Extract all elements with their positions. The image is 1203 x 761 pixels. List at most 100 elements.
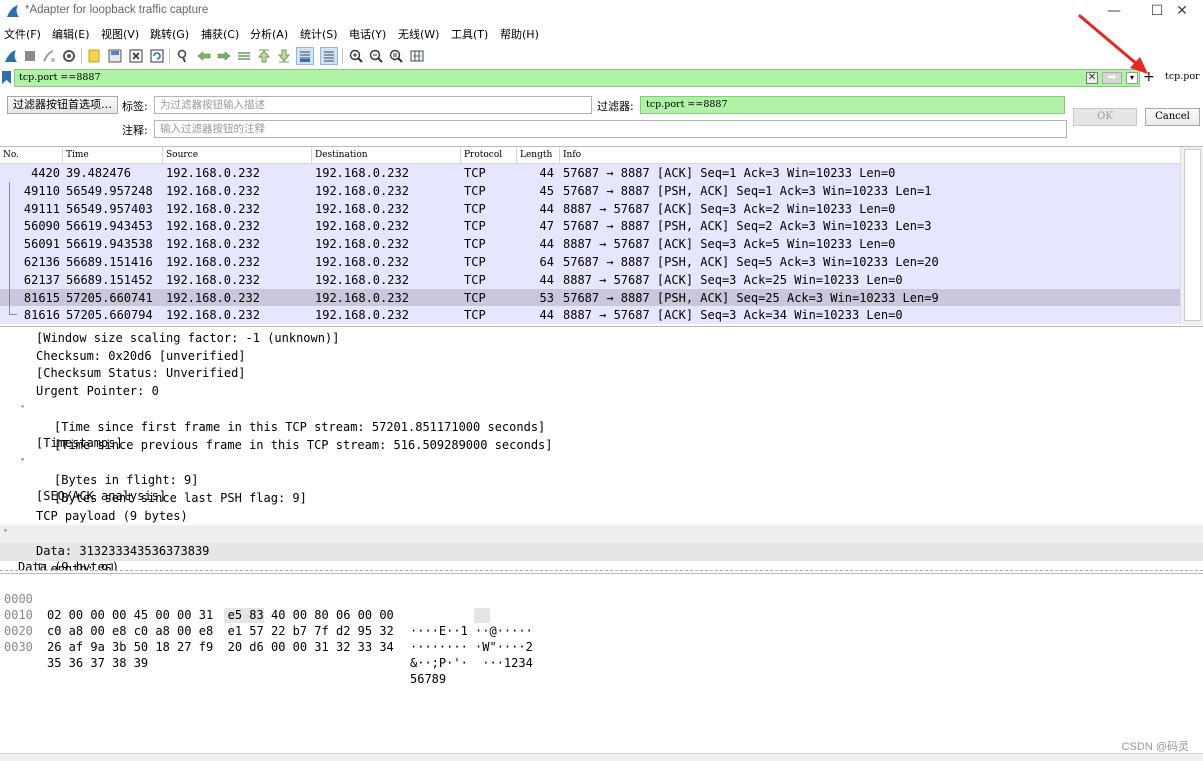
bytes-row[interactable]: 0010 c0 a8 00 e8 c0 a8 00 e8 e1 57 22 b7…: [0, 591, 533, 654]
packet-row[interactable]: 49110 56549.957248 192.168.0.232 192.168.0.…: [0, 181, 1180, 200]
bytes-row[interactable]: 0020 26 af 9a 3b 50 18 27 f9 20 d6 00 00…: [0, 607, 533, 670]
apply-filter-icon[interactable]: ➡: [1102, 72, 1122, 84]
back-icon[interactable]: [195, 47, 213, 65]
column-header-no[interactable]: No.: [0, 147, 63, 164]
detail-row[interactable]: Checksum: 0x20d6 [unverified]: [0, 348, 1203, 366]
close-file-icon[interactable]: [127, 47, 145, 65]
bookmark-icon[interactable]: [2, 71, 11, 84]
packet-row[interactable]: 4420 39.482476 192.168.0.232 192.168.0.232 T…: [0, 164, 1180, 182]
chevron-down-icon[interactable]: ▾: [1126, 72, 1138, 84]
column-header-source[interactable]: Source: [163, 147, 312, 164]
packet-row-selected[interactable]: 81615 57205.660741 192.168.0.232 192.168.0.…: [0, 288, 1180, 307]
cell-time: 56549.957248: [66, 183, 153, 198]
cell-protocol: TCP: [464, 219, 486, 234]
packet-list-header: No. Time Source Destination Protocol Len…: [0, 147, 1180, 164]
menu-tools[interactable]: 工具(T): [451, 26, 488, 42]
packet-row[interactable]: 56091 56619.943538 192.168.0.232 192.168.0.…: [0, 235, 1180, 254]
menu-file[interactable]: 文件(F): [4, 26, 41, 42]
pane-splitter[interactable]: [0, 570, 1203, 574]
menu-go[interactable]: 跳转(G): [150, 26, 189, 42]
scrollbar-thumb[interactable]: [1184, 149, 1201, 321]
menu-statistics[interactable]: 统计(S): [300, 26, 338, 42]
column-header-time[interactable]: Time: [63, 147, 163, 164]
menu-analyze[interactable]: 分析(A): [250, 26, 288, 42]
detail-row[interactable]: [Checksum Status: Unverified]: [0, 365, 1203, 383]
packet-bytes: 0000 02 00 00 00 45 00 00 31 e5 83 40 00…: [0, 575, 1203, 753]
detail-row[interactable]: [Window size scaling factor: -1 (unknown…: [0, 330, 1203, 348]
packet-row[interactable]: 56090 56619.943453 192.168.0.232 192.168.0.…: [0, 217, 1180, 236]
minimize-button[interactable]: —: [1091, 0, 1137, 24]
detail-row[interactable]: Urgent Pointer: 0: [0, 383, 1203, 401]
pane-splitter[interactable]: [0, 326, 1203, 329]
restart-icon[interactable]: [40, 47, 58, 65]
save-file-icon[interactable]: [106, 47, 124, 65]
cell-info: 57687 → 8887 [PSH, ACK] Seq=25 Ack=3 Win…: [563, 290, 939, 305]
menu-wireless[interactable]: 无线(W): [398, 26, 439, 42]
detail-row-data[interactable]: ˅ Data (9 bytes): [0, 525, 1203, 570]
cancel-button[interactable]: Cancel: [1145, 108, 1200, 126]
column-header-length[interactable]: Length: [517, 147, 560, 164]
cell-time: 56619.943538: [66, 237, 153, 252]
chevron-down-icon[interactable]: ˅: [3, 526, 8, 543]
menu-edit[interactable]: 编辑(E): [52, 26, 90, 42]
menu-telephony[interactable]: 电话(Y): [349, 26, 386, 42]
stop-icon[interactable]: [21, 47, 39, 65]
detail-row[interactable]: ˅ [Timestamps]: [0, 401, 1203, 450]
bytes-row[interactable]: 0000 02 00 00 00 45 00 00 31 e5 83 40 00…: [0, 575, 533, 638]
menu-view[interactable]: 视图(V): [101, 26, 139, 42]
filter-input[interactable]: tcp.port ==8887: [640, 96, 1065, 114]
label-input[interactable]: 为过滤器按钮输入描述: [154, 96, 592, 114]
find-icon[interactable]: [174, 47, 192, 65]
zoom-out-icon[interactable]: [367, 47, 385, 65]
cell-source: 192.168.0.232: [166, 183, 260, 198]
forward-icon[interactable]: [215, 47, 233, 65]
toolbar-separator: [342, 48, 343, 64]
packet-row[interactable]: 62136 56689.151416 192.168.0.232 192.168.0.…: [0, 253, 1180, 271]
detail-row[interactable]: [Time since first frame in this TCP stre…: [0, 419, 1203, 437]
toolbar-separator: [169, 48, 170, 64]
reload-icon[interactable]: [148, 47, 166, 65]
autoscroll-icon[interactable]: [296, 47, 314, 65]
close-button[interactable]: ✕: [1159, 0, 1203, 24]
detail-row[interactable]: [Length: 9]: [0, 561, 1203, 570]
first-packet-icon[interactable]: [255, 47, 273, 65]
detail-row[interactable]: [Time since previous frame in this TCP s…: [0, 437, 1203, 455]
column-header-protocol[interactable]: Protocol: [461, 147, 517, 164]
zoom-normal-icon[interactable]: [387, 47, 405, 65]
column-header-destination[interactable]: Destination: [312, 147, 461, 164]
clear-filter-icon[interactable]: ✕: [1086, 72, 1098, 84]
zoom-in-icon[interactable]: [347, 47, 365, 65]
packet-row[interactable]: 81616 57205.660794 192.168.0.232 192.168.0.…: [0, 306, 1180, 325]
column-header-info[interactable]: Info: [560, 147, 1180, 164]
menu-capture[interactable]: 捕获(C): [201, 26, 239, 42]
resize-columns-icon[interactable]: [408, 47, 426, 65]
menu-help[interactable]: 帮助(H): [500, 26, 539, 42]
packet-row[interactable]: 49111 56549.957403 192.168.0.232 192.168.0.…: [0, 199, 1180, 218]
shark-fin-start-icon[interactable]: [2, 47, 20, 65]
last-packet-icon[interactable]: [275, 47, 293, 65]
cell-length: 53: [539, 290, 554, 305]
packet-row[interactable]: 62137 56689.151452 192.168.0.232 192.168.0.…: [0, 270, 1180, 289]
packet-list: No. Time Source Destination Protocol Len…: [0, 146, 1203, 326]
ok-button[interactable]: OK: [1073, 108, 1137, 126]
display-filter-input[interactable]: tcp.port ==8887: [14, 69, 1140, 87]
comment-input[interactable]: 输入过滤器按钮的注释: [154, 120, 1067, 138]
detail-row[interactable]: ˅ [SEQ/ACK analysis]: [0, 454, 1203, 503]
watermark: CSDN @码灵: [1121, 741, 1189, 753]
filter-button-prefs-button[interactable]: 过滤器按钮首选项…: [7, 96, 118, 114]
open-file-icon[interactable]: [85, 47, 103, 65]
add-filter-button-icon[interactable]: +: [1143, 69, 1155, 86]
chevron-down-icon[interactable]: ˅: [20, 455, 25, 472]
packet-list-scrollbar[interactable]: [1180, 147, 1203, 325]
bytes-row[interactable]: 0030 35 36 37 38 39 56789: [0, 623, 446, 686]
cell-length: 47: [539, 219, 554, 234]
options-icon[interactable]: [60, 47, 78, 65]
goto-packet-icon[interactable]: [235, 47, 253, 65]
chevron-down-icon[interactable]: ˅: [20, 402, 25, 419]
detail-row[interactable]: [Bytes sent since last PSH flag: 9]: [0, 490, 1203, 508]
detail-row-selected[interactable]: Data: 313233343536373839: [0, 543, 1203, 561]
detail-row[interactable]: TCP payload (9 bytes): [0, 508, 1203, 526]
detail-row[interactable]: [Bytes in flight: 9]: [0, 472, 1203, 490]
colorize-icon[interactable]: [320, 47, 338, 65]
filter-button-label[interactable]: tcp.por: [1165, 71, 1200, 82]
